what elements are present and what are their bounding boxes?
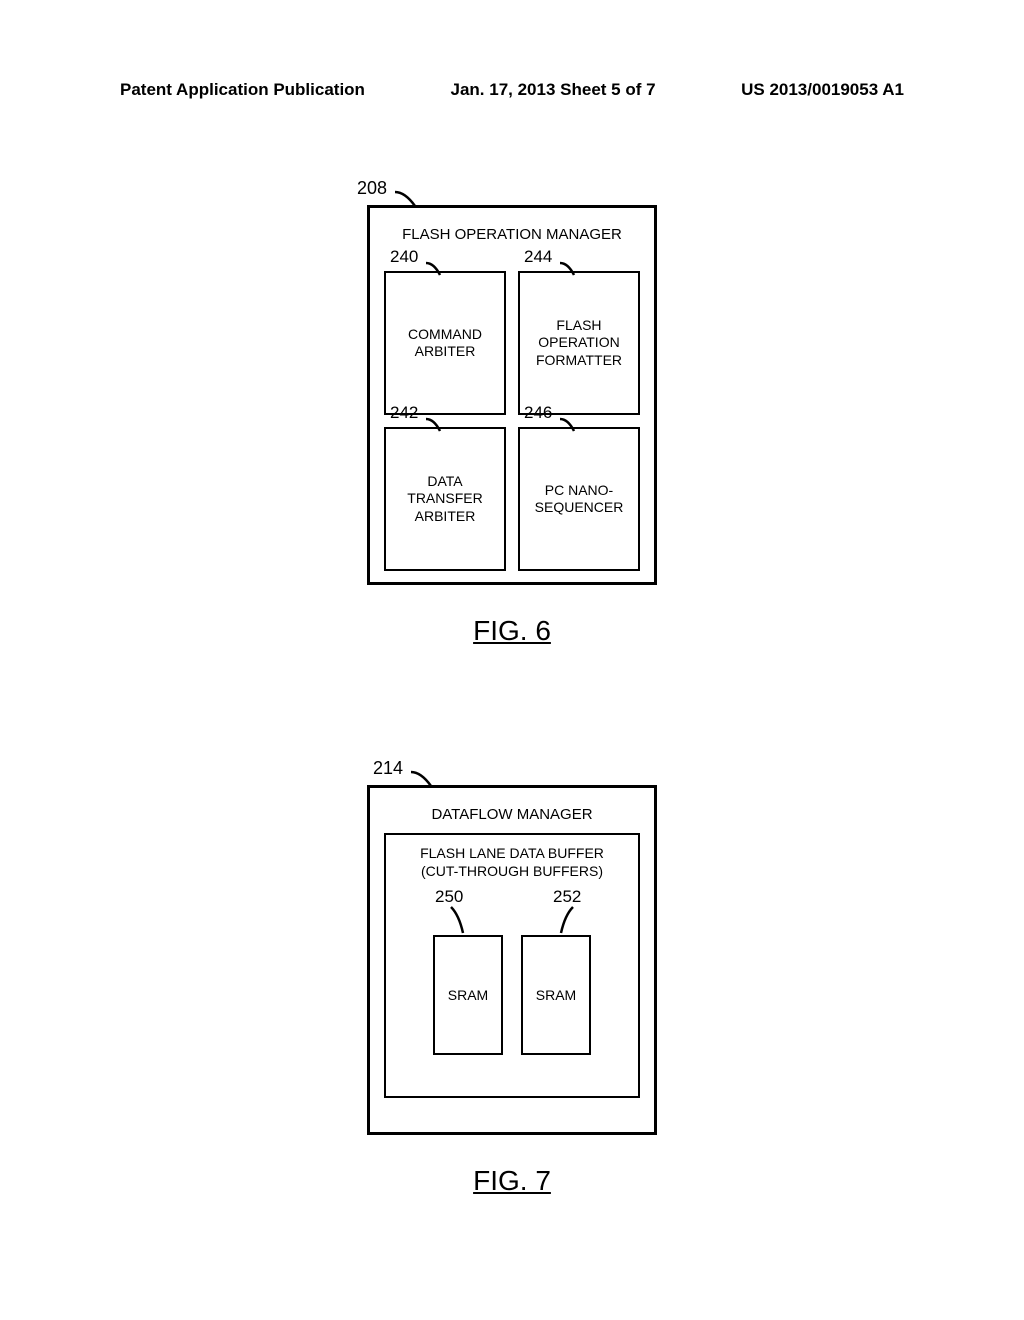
fig6-caption: FIG. 6 xyxy=(367,615,657,647)
ref-252: 252 xyxy=(553,887,581,907)
sram-right-label: SRAM xyxy=(536,987,576,1003)
ref-244: 244 xyxy=(524,247,552,267)
sram-right-wrapper: 252 SRAM xyxy=(521,935,591,1055)
data-transfer-arbiter-box: DATA TRANSFER ARBITER xyxy=(384,427,506,571)
leader-line-icon xyxy=(555,907,579,935)
dataflow-manager-box: DATAFLOW MANAGER FLASH LANE DATA BUFFER … xyxy=(367,785,657,1135)
header-left: Patent Application Publication xyxy=(120,80,365,100)
page-header: Patent Application Publication Jan. 17, … xyxy=(0,80,1024,100)
leader-line-icon xyxy=(560,261,588,279)
fig6-title: FLASH OPERATION MANAGER xyxy=(384,226,640,243)
command-arbiter-label: COMMAND ARBITER xyxy=(408,326,482,361)
flash-operation-manager-box: FLASH OPERATION MANAGER 240 COMMAND ARBI… xyxy=(367,205,657,585)
sram-left-wrapper: 250 SRAM xyxy=(433,935,503,1055)
header-center: Jan. 17, 2013 Sheet 5 of 7 xyxy=(451,80,656,100)
sram-row: 250 SRAM 252 SRA xyxy=(394,935,630,1055)
command-arbiter-box: COMMAND ARBITER xyxy=(384,271,506,415)
ref-250: 250 xyxy=(435,887,463,907)
pc-nano-sequencer-box: PC NANO- SEQUENCER xyxy=(518,427,640,571)
flash-operation-formatter-label: FLASH OPERATION FORMATTER xyxy=(536,317,622,370)
sram-left-label: SRAM xyxy=(448,987,488,1003)
leader-line-icon xyxy=(426,417,454,435)
figure-7-container: 214 DATAFLOW MANAGER FLASH LANE DATA BUF… xyxy=(367,760,657,1197)
fig6-ref-208: 208 xyxy=(357,178,387,199)
data-transfer-arbiter-label: DATA TRANSFER ARBITER xyxy=(407,473,482,526)
command-arbiter-wrapper: 240 COMMAND ARBITER xyxy=(384,251,506,395)
fig6-grid: 240 COMMAND ARBITER 244 FLASH OPERATION … xyxy=(384,251,640,551)
fig7-title: DATAFLOW MANAGER xyxy=(384,806,640,823)
leader-line-icon xyxy=(560,417,588,435)
fig7-caption: FIG. 7 xyxy=(367,1165,657,1197)
ref-246: 246 xyxy=(524,403,552,423)
leader-line-icon xyxy=(447,907,471,935)
pc-nano-sequencer-wrapper: 246 PC NANO- SEQUENCER xyxy=(518,407,640,551)
leader-line-icon xyxy=(426,261,454,279)
buffer-title: FLASH LANE DATA BUFFER (CUT-THROUGH BUFF… xyxy=(394,845,630,880)
sram-left-box: SRAM xyxy=(433,935,503,1055)
sram-right-box: SRAM xyxy=(521,935,591,1055)
flash-operation-formatter-wrapper: 244 FLASH OPERATION FORMATTER xyxy=(518,251,640,395)
flash-lane-data-buffer-box: FLASH LANE DATA BUFFER (CUT-THROUGH BUFF… xyxy=(384,833,640,1098)
data-transfer-arbiter-wrapper: 242 DATA TRANSFER ARBITER xyxy=(384,407,506,551)
ref-242: 242 xyxy=(390,403,418,423)
header-right: US 2013/0019053 A1 xyxy=(741,80,904,100)
ref-240: 240 xyxy=(390,247,418,267)
pc-nano-sequencer-label: PC NANO- SEQUENCER xyxy=(535,482,624,517)
flash-operation-formatter-box: FLASH OPERATION FORMATTER xyxy=(518,271,640,415)
fig7-ref-214: 214 xyxy=(373,758,403,779)
figure-6-container: 208 FLASH OPERATION MANAGER 240 COMMAND … xyxy=(367,180,657,647)
